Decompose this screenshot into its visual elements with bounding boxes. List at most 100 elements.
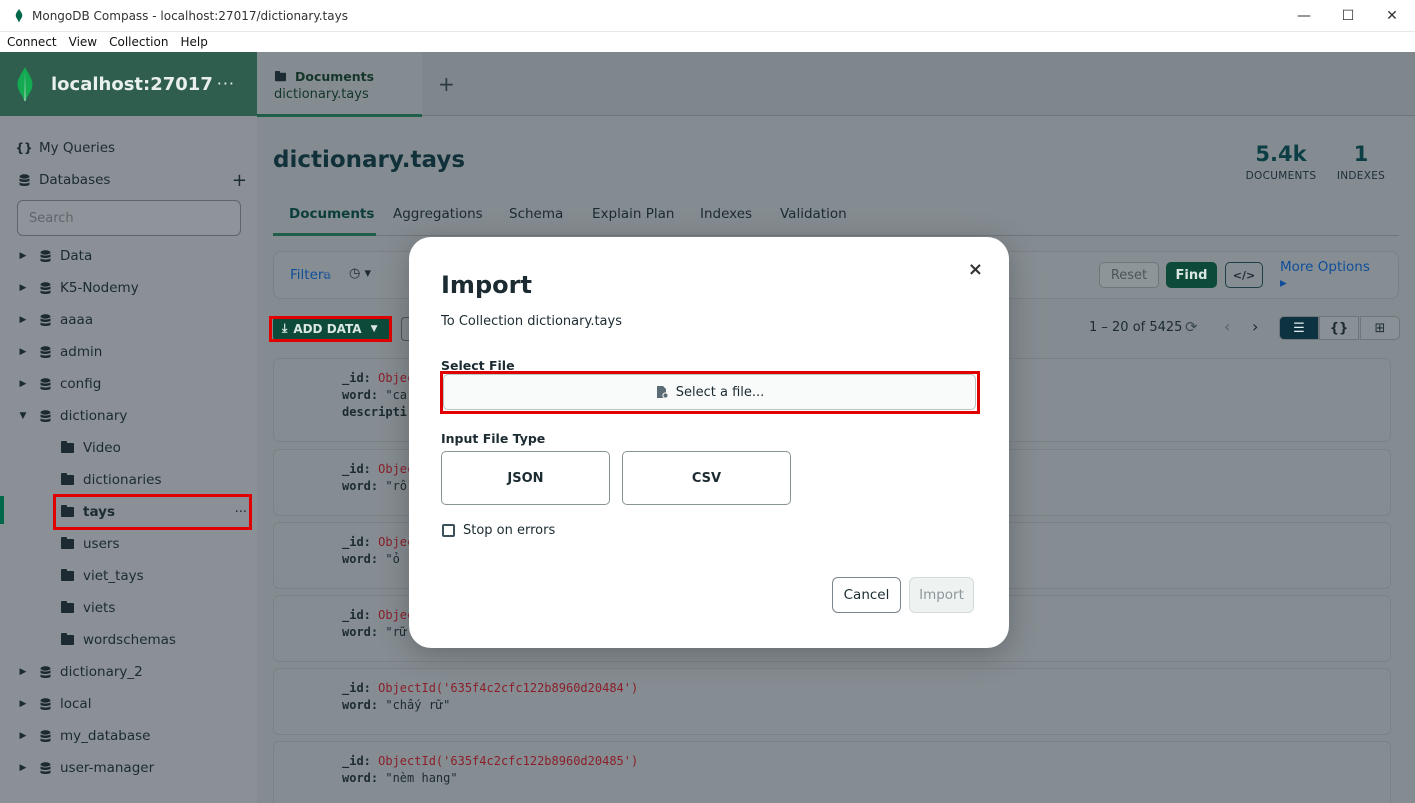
reset-button[interactable]: Reset	[1099, 262, 1159, 288]
subtab-documents[interactable]: Documents	[289, 206, 374, 222]
sidebar-collection-video[interactable]: Video	[0, 434, 257, 462]
menu-help[interactable]: Help	[180, 35, 207, 49]
cancel-button[interactable]: Cancel	[832, 577, 901, 613]
indexes-label: INDEXES	[1336, 170, 1386, 182]
sidebar-db-my-database[interactable]: ▶ my_database	[0, 722, 257, 750]
caret-right-icon[interactable]: ▶	[18, 283, 28, 293]
query-history-icon[interactable]: ◷ ▾	[349, 266, 371, 281]
folder-icon	[61, 569, 74, 581]
refresh-icon[interactable]: ⟳	[1185, 318, 1198, 336]
sidebar-db-dictionary[interactable]: ▼ dictionary	[0, 402, 257, 430]
sidebar-db-dictionary-2[interactable]: ▶ dictionary_2	[0, 658, 257, 686]
next-page-icon[interactable]: ›	[1252, 317, 1258, 336]
sidebar-db-user-manager[interactable]: ▶ user-manager	[0, 754, 257, 782]
caret-down-icon[interactable]: ▼	[18, 411, 28, 421]
caret-right-icon[interactable]: ▶	[18, 315, 28, 325]
my-queries-label: My Queries	[39, 140, 116, 156]
json-type-button[interactable]: JSON	[441, 451, 610, 505]
document-card[interactable]: _id: ObjectId('635f4c2cfc122b8960d20484'…	[273, 668, 1391, 735]
tab-documents-dictionary-tays[interactable]: Documents dictionary.tays	[257, 52, 422, 117]
modal-title: Import	[441, 271, 532, 299]
folder-icon	[61, 441, 74, 453]
subtab-validation[interactable]: Validation	[780, 206, 847, 222]
sidebar-collection-wordschemas[interactable]: wordschemas	[0, 626, 257, 654]
db-label: Data	[60, 248, 93, 264]
list-view-button[interactable]: ☰	[1279, 316, 1319, 340]
collection-label: viet_tays	[83, 568, 144, 584]
sidebar-db-config[interactable]: ▶ config	[0, 370, 257, 398]
field-value: "chấy rữ"	[385, 698, 451, 712]
sidebar-db-aaaa[interactable]: ▶ aaaa	[0, 306, 257, 334]
field-key: descripti	[342, 405, 408, 419]
modal-subtitle: To Collection dictionary.tays	[441, 314, 622, 329]
sidebar-db-k5-nodemy[interactable]: ▶ K5-Nodemy	[0, 274, 257, 302]
indexes-stat: 1 INDEXES	[1329, 142, 1393, 182]
field-key: word:	[342, 479, 386, 493]
field-key: word:	[342, 698, 386, 712]
documents-count: 5.4k	[1255, 142, 1307, 166]
collection-subtabs: Documents Aggregations Schema Explain Pl…	[273, 204, 1399, 236]
import-button[interactable]: Import	[909, 577, 974, 613]
sidebar-search-input[interactable]: Search	[17, 200, 241, 236]
folder-icon	[274, 70, 287, 81]
subtab-aggregations[interactable]: Aggregations	[393, 206, 483, 222]
menu-connect[interactable]: Connect	[7, 35, 57, 49]
more-options-link[interactable]: More Options ▸	[1280, 259, 1380, 291]
menu-view[interactable]: View	[69, 35, 97, 49]
csv-type-button[interactable]: CSV	[622, 451, 791, 505]
database-icon	[38, 665, 52, 679]
add-database-icon[interactable]: +	[232, 170, 247, 191]
sidebar-db-admin[interactable]: ▶ admin	[0, 338, 257, 366]
sidebar-db-local[interactable]: ▶ local	[0, 690, 257, 718]
caret-right-icon[interactable]: ▶	[18, 763, 28, 773]
subtab-active-indicator	[273, 233, 376, 236]
stop-on-errors-checkbox[interactable]	[442, 524, 455, 537]
maximize-button[interactable]: ☐	[1325, 0, 1371, 32]
sidebar-collection-dictionaries[interactable]: dictionaries	[0, 466, 257, 494]
filter-link[interactable]: Filter⧉	[290, 267, 331, 283]
document-card[interactable]: _id: ObjectId('635f4c2cfc122b8960d20485'…	[273, 741, 1391, 803]
caret-right-icon[interactable]: ▶	[18, 667, 28, 677]
indexes-count: 1	[1353, 142, 1369, 166]
db-label: admin	[60, 344, 103, 360]
tab-namespace-label: dictionary.tays	[274, 87, 369, 102]
database-icon	[38, 697, 52, 711]
document-field: word: "nèm hang"	[342, 770, 1390, 787]
new-tab-icon[interactable]: +	[438, 72, 455, 96]
sidebar-collection-viet-tays[interactable]: viet_tays	[0, 562, 257, 590]
database-icon	[38, 377, 52, 391]
json-view-button[interactable]: {}	[1319, 316, 1359, 340]
sidebar-db-data[interactable]: ▶ Data	[0, 242, 257, 270]
subtab-schema[interactable]: Schema	[509, 206, 563, 222]
sidebar-databases[interactable]: Databases +	[0, 166, 257, 194]
connection-menu-icon[interactable]: ···	[217, 74, 235, 93]
field-value: "nèm hang"	[385, 771, 458, 785]
folder-icon	[61, 633, 74, 645]
minimize-button[interactable]: —	[1281, 0, 1327, 32]
caret-right-icon[interactable]: ▶	[18, 251, 28, 261]
previous-page-icon[interactable]: ‹	[1224, 317, 1230, 336]
database-icon	[38, 761, 52, 775]
table-view-button[interactable]: ⊞	[1360, 316, 1400, 340]
subtab-explain-plan[interactable]: Explain Plan	[592, 206, 674, 222]
field-value: "rỗ	[385, 479, 408, 493]
documents-label: DOCUMENTS	[1245, 170, 1317, 182]
menu-collection[interactable]: Collection	[109, 35, 168, 49]
sidebar-collection-users[interactable]: users	[0, 530, 257, 558]
caret-right-icon[interactable]: ▶	[18, 731, 28, 741]
folder-icon	[61, 537, 74, 549]
sidebar-my-queries[interactable]: {} My Queries	[0, 134, 257, 162]
caret-right-icon[interactable]: ▶	[18, 347, 28, 357]
collection-label: dictionaries	[83, 472, 162, 488]
connection-header[interactable]: localhost:27017 ···	[0, 52, 257, 116]
sidebar-collection-viets[interactable]: viets	[0, 594, 257, 622]
close-window-button[interactable]: ✕	[1369, 0, 1415, 32]
close-icon[interactable]: ×	[968, 259, 983, 280]
caret-right-icon[interactable]: ▶	[18, 699, 28, 709]
subtab-indexes[interactable]: Indexes	[700, 206, 752, 222]
caret-right-icon[interactable]: ▶	[18, 379, 28, 389]
code-view-button[interactable]: </>	[1225, 262, 1263, 288]
field-value: ObjectId('635f4c2cfc122b8960d20485')	[378, 754, 639, 768]
field-key: _id:	[342, 681, 379, 695]
find-button[interactable]: Find	[1166, 262, 1217, 288]
